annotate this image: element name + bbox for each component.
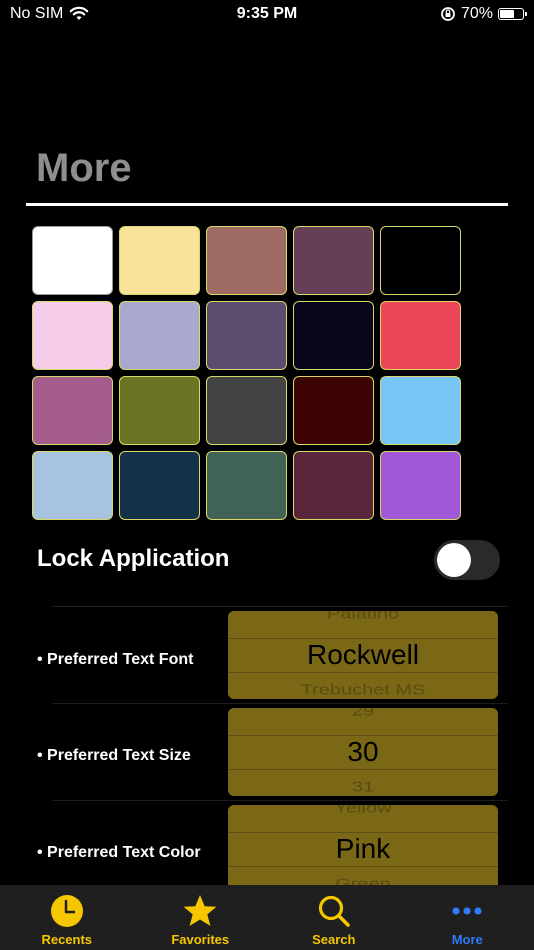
status-bar: No SIM 9:35 PM 70% (0, 0, 534, 30)
battery-percent: 70% (460, 5, 493, 22)
color-swatch[interactable] (32, 226, 113, 295)
picker-option-above: Yellow (334, 805, 392, 817)
pref-font-label: • Preferred Text Font (37, 651, 194, 668)
color-swatch[interactable] (206, 376, 287, 445)
toggle-knob (437, 543, 471, 577)
color-swatch-grid (32, 226, 462, 520)
tab-recents[interactable]: Recents (0, 885, 134, 950)
color-swatch[interactable] (380, 226, 461, 295)
picker-option-above: Palatino (326, 611, 400, 623)
pref-size-label: • Preferred Text Size (37, 747, 191, 764)
color-swatch[interactable] (380, 376, 461, 445)
tab-label: More (451, 932, 483, 947)
color-swatch[interactable] (293, 226, 374, 295)
color-swatch[interactable] (206, 451, 287, 520)
search-icon (318, 895, 350, 927)
divider (52, 800, 508, 801)
color-swatch[interactable] (119, 301, 200, 370)
color-swatch[interactable] (380, 451, 461, 520)
pref-color-label: • Preferred Text Color (37, 844, 201, 861)
tab-label: Recents (41, 932, 93, 947)
divider (52, 703, 508, 704)
title-divider (26, 203, 508, 206)
picker-option-above: 29 (351, 708, 375, 720)
picker-option-below: Trebuchet MS (300, 681, 426, 699)
color-swatch[interactable] (293, 451, 374, 520)
picker-selected-value: Pink (335, 833, 391, 864)
tab-bar: Recents Favorites Search More (0, 885, 534, 950)
status-right: 70% (440, 5, 527, 23)
color-swatch[interactable] (206, 301, 287, 370)
orientation-lock-icon (441, 7, 455, 21)
color-swatch[interactable] (119, 376, 200, 445)
tab-label: Search (312, 932, 356, 947)
lock-application-label: Lock Application (37, 545, 230, 572)
picker-option-below: 31 (351, 778, 375, 796)
battery-level (500, 10, 514, 18)
picker-selected-value: 30 (347, 736, 379, 767)
color-swatch[interactable] (32, 451, 113, 520)
tab-label: Favorites (171, 932, 230, 947)
size-picker[interactable]: 29 30 31 (228, 708, 498, 796)
color-picker[interactable]: Yellow Pink Green (228, 805, 498, 893)
page-title: More (36, 146, 132, 190)
star-icon (183, 895, 217, 926)
clock-icon (50, 895, 83, 927)
tab-search[interactable]: Search (267, 885, 401, 950)
color-swatch[interactable] (32, 301, 113, 370)
color-swatch[interactable] (119, 226, 200, 295)
font-picker[interactable]: Palatino Rockwell Trebuchet MS (228, 611, 498, 699)
color-swatch[interactable] (380, 301, 461, 370)
lock-application-toggle[interactable] (434, 540, 500, 580)
divider (52, 606, 508, 607)
picker-selected-value: Rockwell (306, 639, 420, 670)
color-swatch[interactable] (206, 226, 287, 295)
color-swatch[interactable] (32, 376, 113, 445)
color-swatch[interactable] (293, 301, 374, 370)
tab-favorites[interactable]: Favorites (134, 885, 268, 950)
ellipsis-icon (452, 907, 482, 915)
color-swatch[interactable] (119, 451, 200, 520)
tab-more[interactable]: More (401, 885, 534, 950)
battery-icon (498, 8, 527, 20)
color-swatch[interactable] (293, 376, 374, 445)
